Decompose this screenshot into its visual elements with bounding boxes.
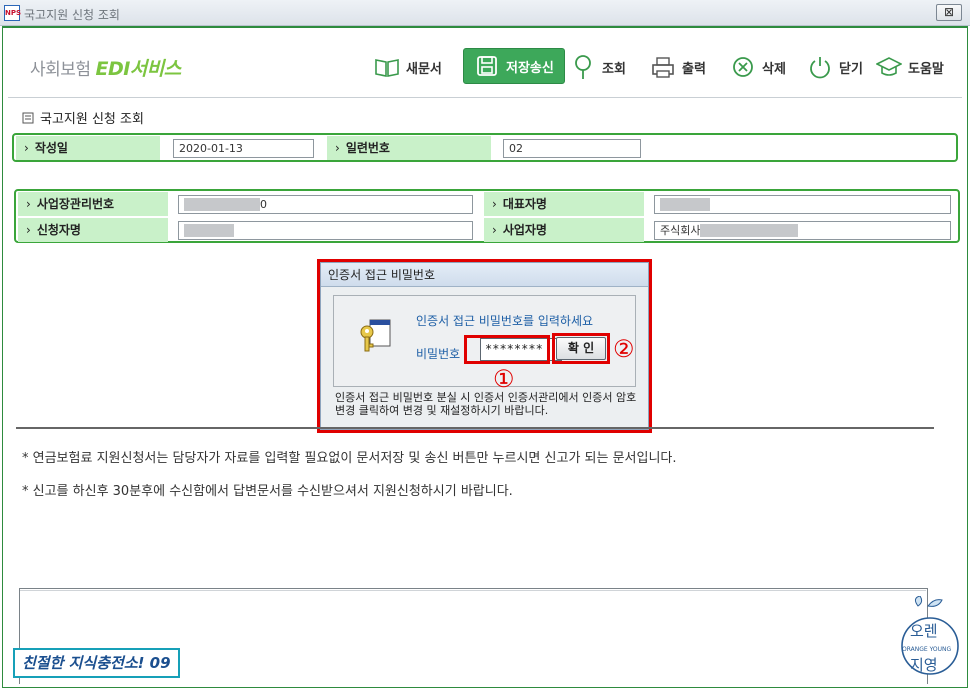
password-input-highlight: [464, 335, 550, 364]
dialog-title: 인증서 접근 비밀번호: [321, 263, 648, 287]
note-1: * 연금보험료 지원신청서는 담당자가 자료를 입력할 필요없이 문서저장 및 …: [22, 451, 677, 466]
document-title-text: 국고지원 신청 조회: [40, 112, 144, 127]
logo-sub-text: ORANGE YOUNG: [902, 646, 952, 653]
delete-icon: [733, 57, 753, 77]
toolbar-divider: [8, 97, 962, 98]
graduation-cap-icon: [876, 57, 902, 76]
brand-logo: 사회보험 EDI서비스: [30, 54, 181, 81]
biz-mgmt-no-field[interactable]: 0: [178, 195, 473, 214]
brand-edi: EDI: [95, 58, 130, 80]
biz-mgmt-no-suffix: 0: [260, 198, 267, 211]
brand-prefix: 사회보험: [30, 60, 96, 80]
close-doc-button[interactable]: 닫기: [807, 50, 863, 84]
orange-young-logo-icon: 오렌 ORANGE YOUNG 지영: [901, 596, 959, 675]
biz-name-prefix: 주식회사: [660, 224, 701, 237]
search-pin-icon: [575, 55, 591, 79]
brand-suffix: 서비스: [129, 58, 181, 80]
representative-label: 대표자명: [484, 192, 644, 216]
step-marker-1: ①: [493, 365, 515, 393]
password-label: 비밀번호 :: [416, 347, 469, 361]
delete-button[interactable]: 삭제: [730, 50, 786, 84]
save-send-button[interactable]: 저장송신: [463, 48, 565, 84]
print-button[interactable]: 출력: [650, 50, 706, 84]
new-doc-label: 새문서: [406, 61, 442, 77]
confirm-button[interactable]: 확 인: [556, 337, 606, 360]
help-label: 도움말: [908, 61, 944, 77]
printer-icon: [652, 57, 674, 78]
key-icon: [360, 319, 391, 352]
redacted-mask: [700, 223, 799, 237]
note-2: * 신고를 하신후 30분후에 수신함에서 답변문서를 수신받으셔서 지원신청하…: [22, 484, 513, 499]
document-icon: [22, 112, 34, 123]
channel-watermark: 친절한 지식충전소! 09: [13, 648, 180, 678]
biz-name-label: 사업자명: [484, 218, 644, 242]
logo-bottom-text: 지영: [910, 656, 938, 674]
biz-mgmt-no-label: 사업장관리번호: [18, 192, 168, 216]
bottom-panel-line: [20, 590, 926, 591]
window-close-button[interactable]: ⊠: [936, 4, 962, 21]
serial-label: 일련번호: [327, 136, 491, 160]
help-button[interactable]: 도움말: [876, 50, 944, 84]
applicant-label: 신청자명: [18, 218, 168, 242]
print-label: 출력: [682, 61, 706, 77]
step-marker-2: ②: [613, 335, 635, 363]
document-title: 국고지원 신청 조회: [22, 108, 144, 127]
redacted-mask: [660, 197, 710, 211]
power-icon: [810, 57, 830, 79]
dialog-prompt: 인증서 접근 비밀번호를 입력하세요: [416, 314, 594, 328]
date-field[interactable]: 2020-01-13: [173, 139, 314, 158]
content-divider: [16, 427, 934, 429]
redacted-mask: [184, 223, 234, 237]
inquiry-button[interactable]: 조회: [570, 50, 626, 84]
serial-field[interactable]: 02: [503, 139, 641, 158]
applicant-field[interactable]: [178, 221, 473, 240]
window-titlebar: NPS 국고지원 신청 조회 ⊠: [0, 0, 970, 26]
window-title: 국고지원 신청 조회: [24, 8, 120, 22]
delete-label: 삭제: [762, 61, 786, 77]
redacted-mask: [184, 197, 260, 211]
dialog-note: 인증서 접근 비밀번호 분실 시 인증서 인증서관리에서 인증서 암호변경 클릭…: [335, 391, 637, 417]
representative-field[interactable]: [654, 195, 951, 214]
save-icon: [477, 56, 497, 76]
new-doc-button[interactable]: 새문서: [374, 50, 442, 84]
save-send-label: 저장송신: [506, 60, 554, 76]
nps-app-icon: NPS: [4, 5, 21, 21]
logo-top-text: 오렌: [910, 622, 938, 640]
close-doc-label: 닫기: [839, 61, 863, 77]
biz-name-field[interactable]: 주식회사: [654, 221, 951, 240]
date-label: 작성일: [16, 136, 160, 160]
inquiry-label: 조회: [602, 61, 626, 77]
book-icon: [375, 59, 399, 77]
